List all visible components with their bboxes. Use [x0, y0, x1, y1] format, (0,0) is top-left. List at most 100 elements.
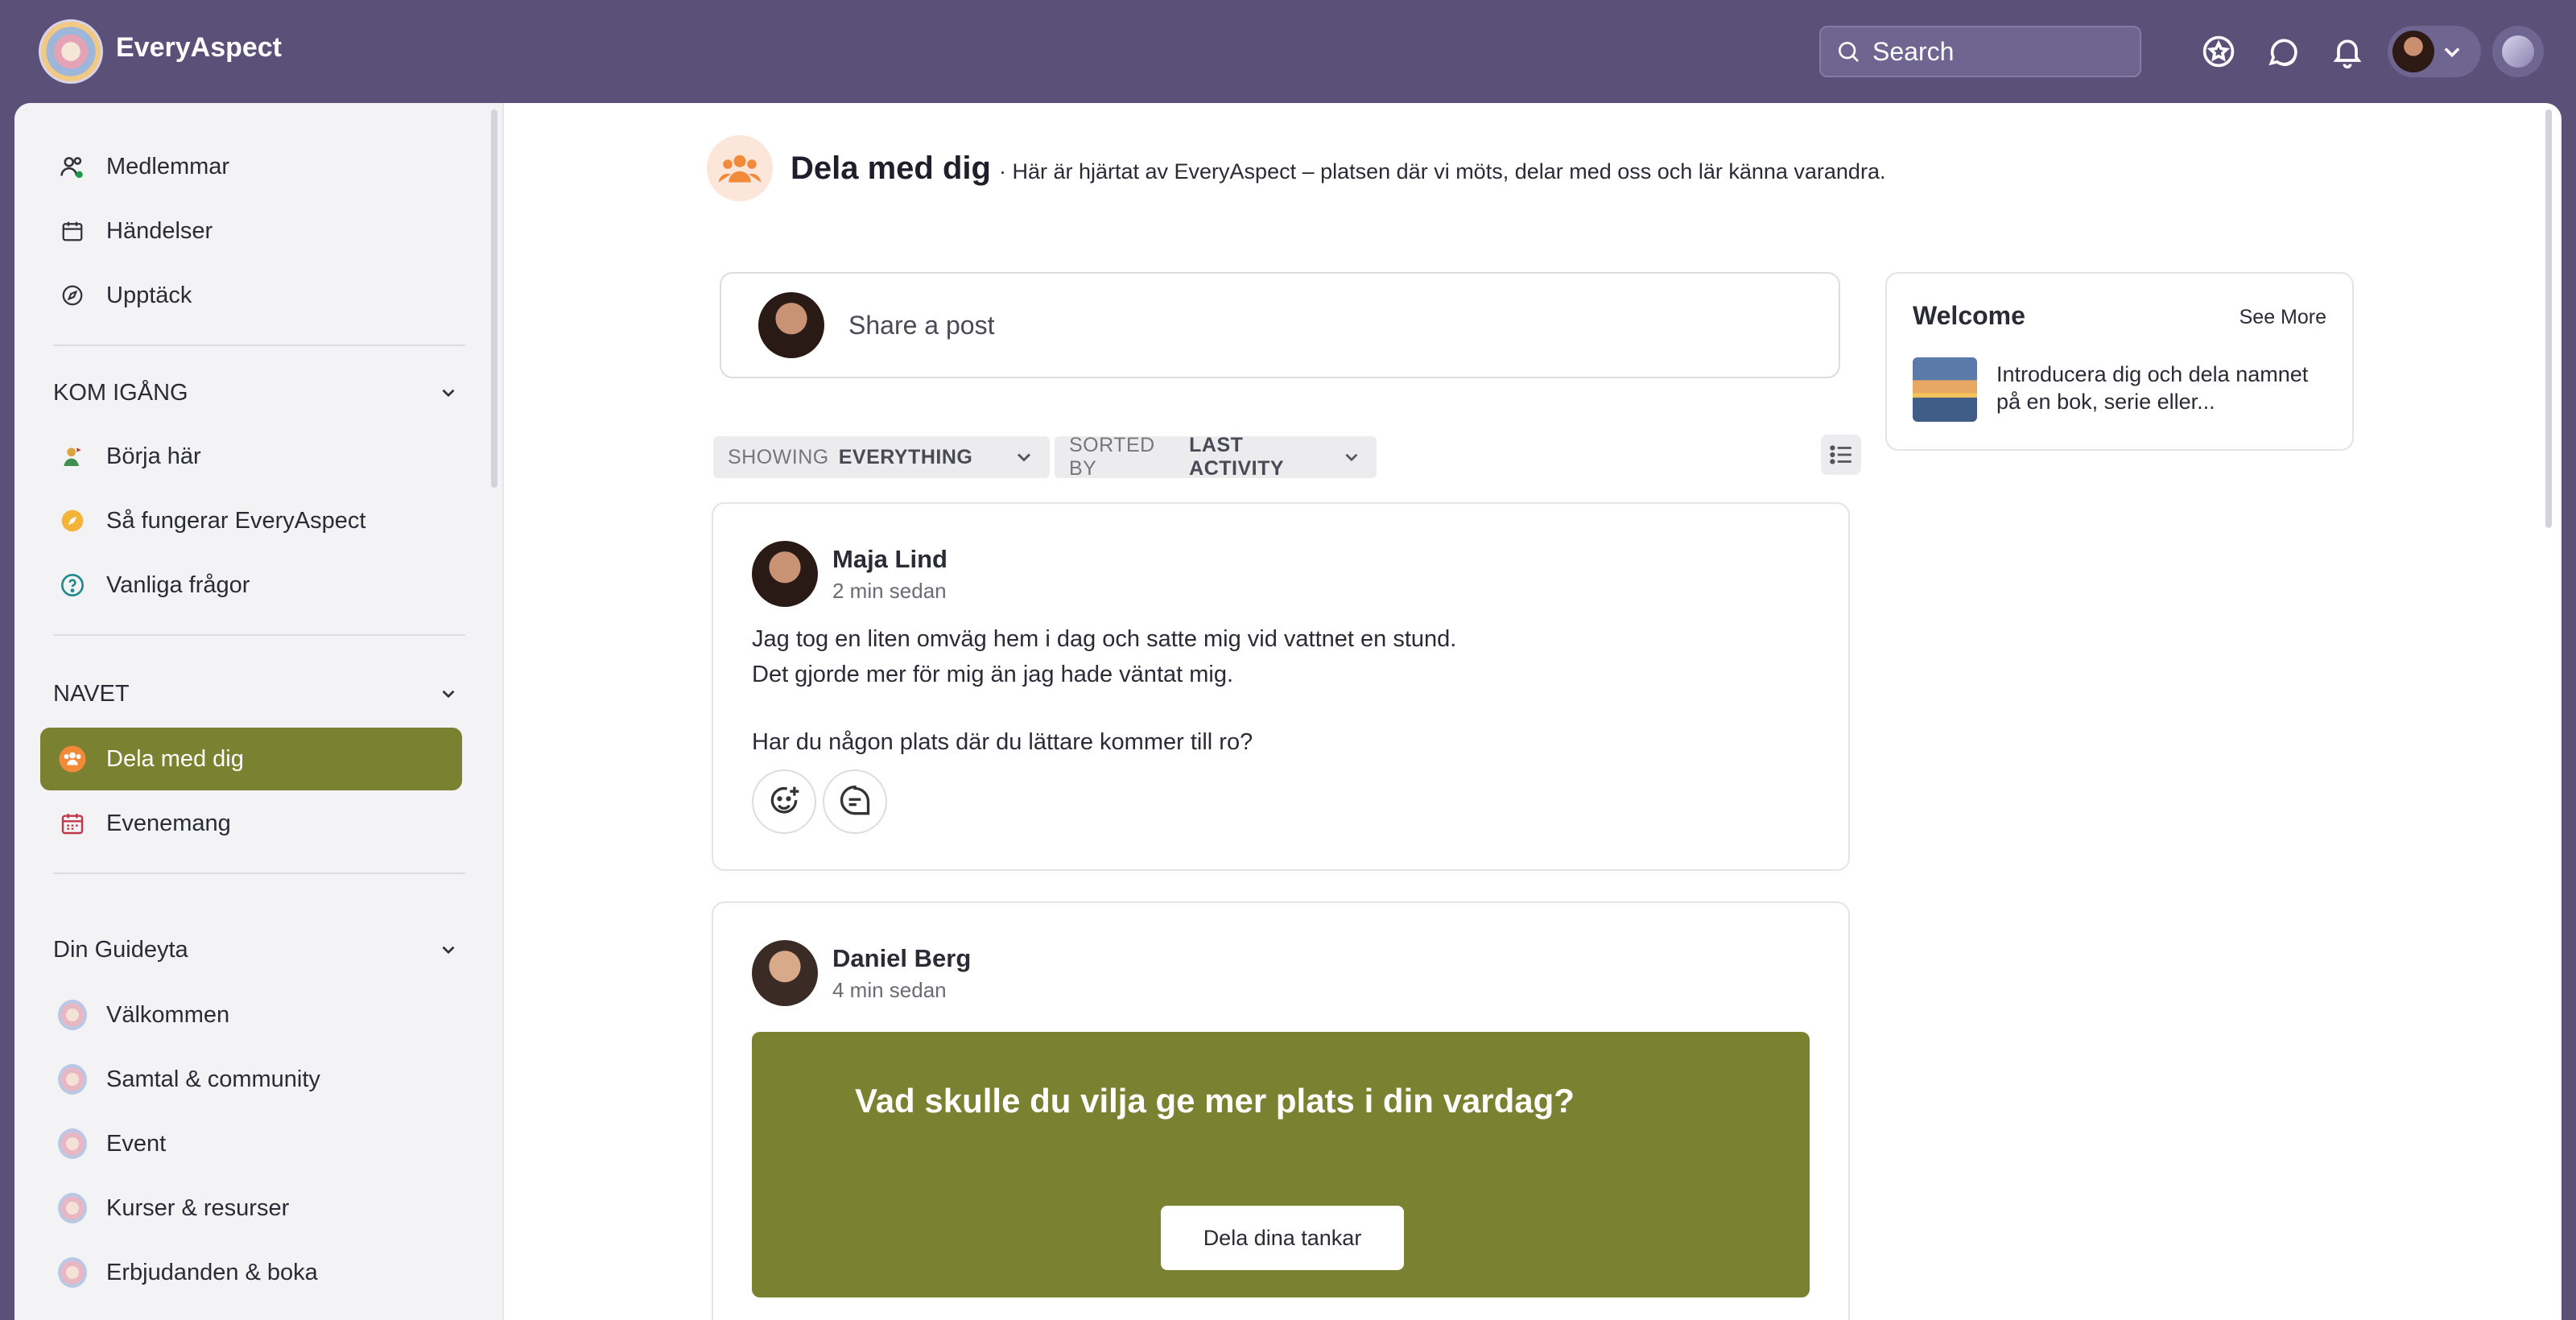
section-title: NAVET — [53, 680, 130, 707]
event-calendar-icon — [58, 809, 87, 838]
main-shell: Medlemmar Händelser Upptäck KOM IGÅNG Bö… — [14, 103, 2562, 1320]
showing-value: EVERYTHING — [838, 445, 973, 468]
sorted-prefix: SORTED BY — [1069, 434, 1155, 480]
section-header-din-guideyta[interactable]: Din Guideyta — [53, 930, 459, 969]
sidebar-scrollbar[interactable] — [491, 109, 497, 488]
sidebar-item-samtal-community[interactable]: Samtal & community — [40, 1048, 462, 1111]
share-post-composer[interactable]: Share a post — [720, 272, 1840, 378]
sidebar-item-erbjudanden-boka[interactable]: Erbjudanden & boka — [40, 1241, 462, 1304]
post-author[interactable]: Maja Lind 2 min sedan — [752, 541, 947, 607]
author-name[interactable]: Daniel Berg — [832, 944, 971, 973]
search-icon — [1839, 42, 1859, 62]
group-icon — [58, 745, 87, 773]
sidebar-item-vanliga-fragor[interactable]: Vanliga frågor — [40, 554, 462, 617]
sidebar-item-label: Erbjudanden & boka — [106, 1259, 318, 1285]
post-card[interactable]: Maja Lind 2 min sedan Jag tog en liten o… — [712, 502, 1850, 871]
user-menu[interactable] — [2388, 26, 2481, 77]
section-header-navet[interactable]: NAVET — [53, 674, 459, 713]
section-header-kom-igang[interactable]: KOM IGÅNG — [53, 373, 459, 412]
post-time: 2 min sedan — [832, 578, 947, 603]
page-title: Dela med dig — [791, 150, 991, 186]
sidebar-item-label: Händelser — [106, 217, 213, 244]
sunset-thumbnail[interactable] — [1913, 357, 1977, 422]
sidebar: Medlemmar Händelser Upptäck KOM IGÅNG Bö… — [14, 103, 504, 1320]
brand-logo[interactable] — [39, 19, 103, 84]
banner-question: Vad skulle du vilja ge mer plats i din v… — [855, 1082, 1575, 1120]
page-header: Dela med dig · Här är hjärtat av EveryAs… — [707, 135, 1885, 201]
page-description: · Här är hjärtat av EveryAspect – platse… — [998, 159, 1886, 184]
star-badge-icon[interactable] — [2199, 32, 2238, 71]
guide-space-icon — [58, 1064, 87, 1095]
search-input[interactable]: Search — [1819, 26, 2141, 77]
members-icon — [58, 152, 87, 181]
chevron-down-icon — [442, 946, 455, 955]
composer-placeholder: Share a post — [848, 310, 995, 340]
sidebar-divider — [53, 634, 465, 636]
post-card[interactable]: Daniel Berg 4 min sedan Vad skulle du vi… — [712, 901, 1850, 1320]
compass-orange-icon — [58, 506, 87, 535]
chevron-down-icon — [2444, 47, 2460, 58]
question-banner: Vad skulle du vilja ge mer plats i din v… — [752, 1032, 1810, 1297]
start-icon — [58, 442, 87, 471]
comment-icon — [840, 786, 870, 815]
sidebar-item-label: Medlemmar — [106, 153, 230, 179]
guide-space-icon — [58, 1128, 87, 1159]
sidebar-item-label: Välkommen — [106, 1001, 230, 1028]
sidebar-item-borja-har[interactable]: Börja här — [40, 425, 462, 488]
sidebar-item-label: Upptäck — [106, 282, 192, 308]
post-time: 4 min sedan — [832, 977, 947, 1002]
section-title: Din Guideyta — [53, 936, 188, 963]
section-title: KOM IGÅNG — [53, 379, 188, 406]
comment-button[interactable] — [823, 769, 887, 834]
author-name[interactable]: Maja Lind — [832, 545, 947, 574]
calendar-icon — [58, 217, 87, 245]
post-line: Jag tog en liten omväg hem i dag och sat… — [752, 626, 1457, 652]
sidebar-item-dela-med-dig[interactable]: Dela med dig — [40, 728, 462, 790]
author-avatar[interactable] — [752, 940, 818, 1006]
sidebar-item-sa-fungerar[interactable]: Så fungerar EveryAspect — [40, 489, 462, 552]
welcome-item-link[interactable]: Introducera dig och dela namnet på en bo… — [1996, 361, 2334, 415]
main-scrollbar[interactable] — [2545, 109, 2552, 528]
guide-space-icon — [58, 1000, 87, 1030]
guide-space-icon — [58, 1257, 87, 1288]
compass-icon — [58, 281, 87, 310]
list-view-toggle[interactable] — [1821, 435, 1861, 475]
top-bar: EveryAspect Search — [0, 0, 2576, 103]
sidebar-item-kurser-resurser[interactable]: Kurser & resurser — [40, 1177, 462, 1240]
group-icon — [707, 135, 773, 201]
showing-filter[interactable]: SHOWING EVERYTHING — [713, 436, 1050, 478]
post-author[interactable]: Daniel Berg 4 min sedan — [752, 940, 971, 1006]
sidebar-item-evenemang[interactable]: Evenemang — [40, 792, 462, 855]
share-thoughts-button[interactable]: Dela dina tankar — [1161, 1206, 1404, 1270]
showing-prefix: SHOWING — [728, 445, 829, 468]
sidebar-item-label: Dela med dig — [106, 745, 244, 772]
sidebar-item-label: Så fungerar EveryAspect — [106, 507, 366, 534]
chat-icon[interactable] — [2264, 32, 2302, 71]
sidebar-item-events[interactable]: Händelser — [40, 200, 462, 262]
sidebar-divider — [53, 872, 465, 874]
sidebar-item-label: Evenemang — [106, 810, 231, 836]
sidebar-item-members[interactable]: Medlemmar — [40, 135, 462, 198]
sidebar-item-label: Vanliga frågor — [106, 571, 250, 598]
welcome-widget: Welcome See More Introducera dig och del… — [1885, 272, 2354, 451]
chevron-down-icon — [442, 690, 455, 699]
sorted-value: LAST ACTIVITY — [1189, 434, 1285, 480]
widget-title: Welcome — [1913, 301, 2025, 330]
author-avatar[interactable] — [752, 541, 818, 607]
brand-name[interactable]: EveryAspect — [116, 32, 282, 64]
list-icon — [1830, 445, 1852, 464]
chevron-down-icon — [442, 389, 455, 398]
bell-icon[interactable] — [2328, 32, 2367, 71]
see-more-link[interactable]: See More — [2240, 306, 2326, 329]
question-icon — [58, 571, 87, 600]
org-switcher[interactable] — [2492, 26, 2544, 77]
add-reaction-button[interactable] — [752, 769, 816, 834]
emoji-add-icon — [770, 786, 799, 814]
sidebar-item-discover[interactable]: Upptäck — [40, 264, 462, 327]
sidebar-item-event[interactable]: Event — [40, 1112, 462, 1175]
sort-filter[interactable]: SORTED BY LAST ACTIVITY — [1055, 434, 1377, 480]
user-avatar — [2392, 31, 2434, 72]
sidebar-item-label: Samtal & community — [106, 1066, 320, 1092]
sidebar-item-valkommen[interactable]: Välkommen — [40, 984, 462, 1046]
user-avatar — [758, 292, 824, 358]
